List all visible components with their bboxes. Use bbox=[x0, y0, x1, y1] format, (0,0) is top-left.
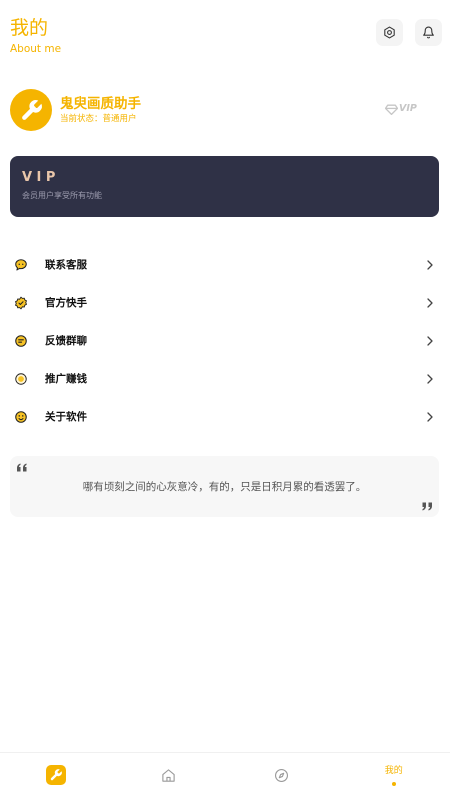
notifications-button[interactable] bbox=[415, 19, 442, 46]
menu-item-label: 推广赚钱 bbox=[45, 373, 87, 385]
menu-list: 联系客服 官方快手 反馈群聊 推广赚钱 关于软件 bbox=[0, 246, 450, 436]
menu-item-promote-earn[interactable]: 推广赚钱 bbox=[0, 360, 450, 398]
about-face-icon bbox=[14, 410, 28, 424]
profile-name: 鬼臾画质助手 bbox=[60, 96, 141, 112]
menu-item-label: 关于软件 bbox=[45, 411, 87, 423]
active-tab-indicator bbox=[391, 782, 396, 786]
menu-item-official-kuaishou[interactable]: 官方快手 bbox=[0, 284, 450, 322]
menu-item-contact-service[interactable]: 联系客服 bbox=[0, 246, 450, 284]
profile-status: 当前状态：普通用户 bbox=[60, 114, 137, 124]
menu-item-label: 官方快手 bbox=[45, 297, 87, 309]
vip-card-description: 会员用户享受所有功能 bbox=[22, 191, 102, 200]
bell-icon bbox=[422, 26, 435, 39]
quote-open-icon bbox=[16, 463, 28, 472]
quote-close-icon bbox=[421, 502, 433, 511]
kuaishou-icon bbox=[14, 296, 28, 310]
menu-item-label: 反馈群聊 bbox=[45, 335, 87, 347]
vip-card[interactable]: VIP 会员用户享受所有功能 bbox=[10, 156, 439, 217]
bottom-tab-bar: 我的 bbox=[0, 752, 450, 797]
coin-icon bbox=[14, 372, 28, 386]
tab-me[interactable]: 我的 bbox=[338, 753, 450, 797]
gem-icon bbox=[385, 104, 398, 115]
tab-discover[interactable] bbox=[225, 753, 338, 797]
chevron-right-icon bbox=[427, 374, 433, 384]
vip-badge[interactable]: VIP bbox=[385, 102, 417, 116]
profile-row[interactable]: 鬼臾画质助手 当前状态：普通用户 VIP bbox=[0, 84, 450, 136]
page-title: 我的 bbox=[10, 17, 49, 39]
settings-icon bbox=[383, 26, 396, 39]
home-icon bbox=[161, 768, 176, 783]
compass-icon bbox=[274, 768, 289, 783]
wrench-icon bbox=[46, 765, 67, 785]
tab-me-label: 我的 bbox=[384, 766, 403, 776]
tab-home[interactable] bbox=[113, 753, 226, 797]
menu-item-about-software[interactable]: 关于软件 bbox=[0, 398, 450, 436]
group-chat-icon bbox=[14, 334, 28, 348]
vip-card-title: VIP bbox=[22, 170, 60, 185]
quote-card: 哪有顷刻之间的心灰意冷，有的，只是日积月累的看透罢了。 bbox=[10, 456, 439, 517]
chevron-right-icon bbox=[427, 336, 433, 346]
tab-tools[interactable] bbox=[0, 753, 113, 797]
settings-button[interactable] bbox=[376, 19, 403, 46]
wrench-icon bbox=[19, 98, 44, 123]
quote-text: 哪有顷刻之间的心灰意冷，有的，只是日积月累的看透罢了。 bbox=[82, 481, 367, 493]
chevron-right-icon bbox=[427, 298, 433, 308]
chevron-right-icon bbox=[427, 260, 433, 270]
avatar[interactable] bbox=[10, 89, 52, 131]
vip-badge-label: VIP bbox=[399, 103, 417, 114]
service-chat-icon bbox=[14, 258, 28, 272]
menu-item-label: 联系客服 bbox=[45, 259, 87, 271]
page-subtitle: About me bbox=[10, 43, 62, 55]
menu-item-feedback-group[interactable]: 反馈群聊 bbox=[0, 322, 450, 360]
chevron-right-icon bbox=[427, 412, 433, 422]
